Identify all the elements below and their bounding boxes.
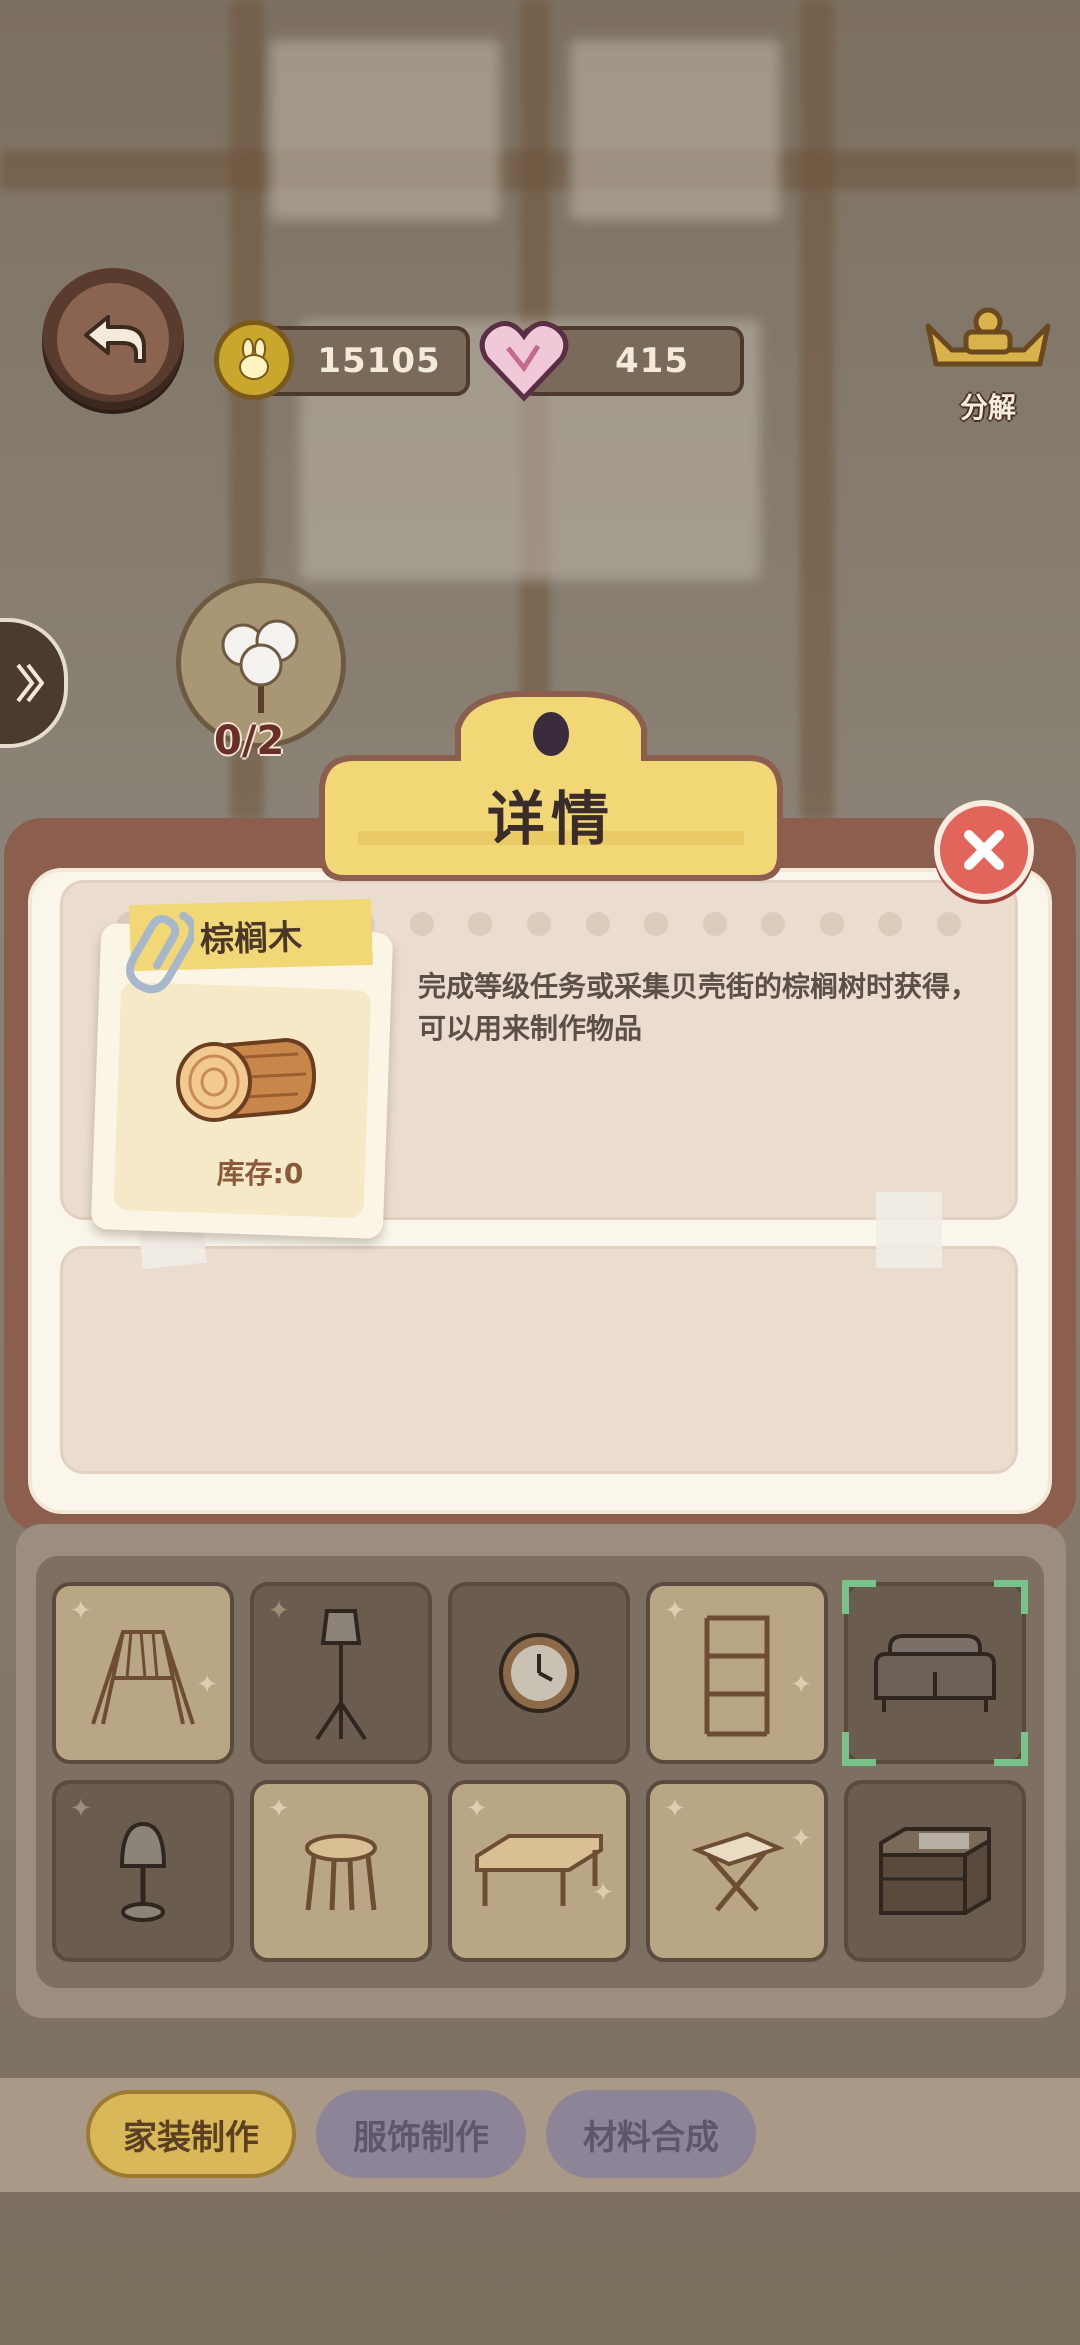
tab-label: 家装制作 xyxy=(123,2117,259,2158)
paperclip-icon xyxy=(126,911,194,994)
furniture-slot-wall-clock[interactable] xyxy=(448,1582,630,1764)
floor-lamp-icon xyxy=(315,1609,367,1741)
selection-corner xyxy=(842,1732,876,1766)
table-lamp-icon xyxy=(119,1821,167,1922)
display-cabinet-icon xyxy=(879,1827,991,1915)
chevron-right-icon xyxy=(16,663,44,703)
decompose-icon xyxy=(925,307,1051,367)
tape-decoration xyxy=(876,1192,942,1268)
stock-count: 库存:0 xyxy=(216,1157,304,1190)
folding-stool-icon xyxy=(691,1831,785,1912)
tab-label: 服饰制作 xyxy=(353,2117,489,2158)
furniture-slot-floor-lamp[interactable]: ✦ xyxy=(250,1582,432,1764)
detail-panel-lower xyxy=(60,1246,1018,1474)
back-button[interactable] xyxy=(42,268,184,410)
selection-corner xyxy=(842,1580,876,1614)
coffee-table-icon xyxy=(475,1834,603,1906)
close-button[interactable] xyxy=(934,800,1034,900)
palm-wood-log-icon xyxy=(176,1037,317,1122)
wall-clock-icon xyxy=(499,1633,579,1713)
clothes-rack-icon xyxy=(91,1630,195,1725)
dialog-title: 详情 xyxy=(486,785,615,853)
tab-material-synthesis[interactable]: 材料合成 xyxy=(546,2090,756,2178)
tab-clothing-crafting[interactable]: 服饰制作 xyxy=(316,2090,526,2178)
selection-corner xyxy=(994,1732,1028,1766)
furniture-slot-sofa[interactable] xyxy=(842,1580,1028,1766)
sofa-icon xyxy=(874,1634,996,1712)
furniture-slot-clothes-rack[interactable]: ✦ ✦ xyxy=(52,1582,234,1764)
back-arrow-icon xyxy=(84,315,146,363)
decompose-button[interactable]: 分解 xyxy=(922,304,1054,424)
heart-value: 415 xyxy=(615,341,689,381)
item-description: 完成等级任务或采集贝壳街的棕榈树时获得，可以用来制作物品 xyxy=(418,970,979,1045)
selection-corner xyxy=(994,1580,1028,1614)
furniture-slot-display-cabinet[interactable] xyxy=(844,1780,1026,1962)
rabbit-coin-icon xyxy=(214,320,294,400)
tab-home-crafting[interactable]: 家装制作 xyxy=(86,2090,296,2178)
coin-value: 15105 xyxy=(317,341,441,381)
cotton-icon xyxy=(221,619,299,713)
heart-gem-icon xyxy=(479,321,569,402)
tab-label: 材料合成 xyxy=(583,2117,719,2158)
furniture-slot-folding-stool[interactable]: ✦ ✦ xyxy=(646,1780,828,1962)
furniture-slot-stool[interactable]: ✦ xyxy=(250,1780,432,1962)
material-count: 0/2 xyxy=(214,718,285,764)
decompose-label: 分解 xyxy=(959,391,1016,424)
furniture-slot-coffee-table[interactable]: ✦ ✦ xyxy=(448,1780,630,1962)
close-icon xyxy=(964,830,1004,870)
shelf-icon xyxy=(704,1615,770,1737)
furniture-slot-shelf[interactable]: ✦ ✦ xyxy=(646,1582,828,1764)
stool-icon xyxy=(305,1834,377,1911)
furniture-slot-table-lamp[interactable]: ✦ xyxy=(52,1780,234,1962)
